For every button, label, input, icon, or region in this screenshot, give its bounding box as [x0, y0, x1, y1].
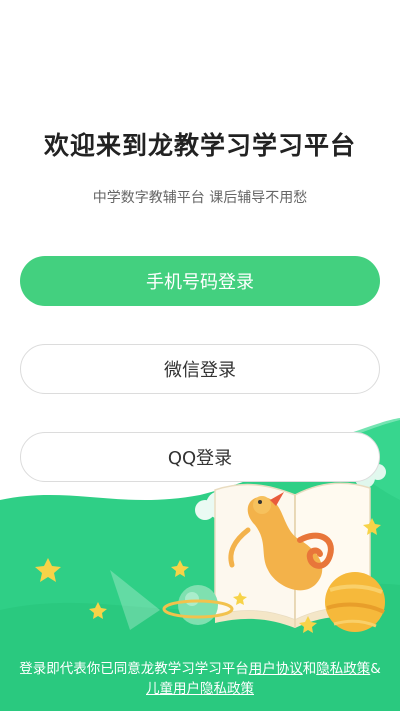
agreement-text: 登录即代表你已同意龙教学习学习平台用户协议和隐私政策&儿童用户隐私政策 — [19, 661, 381, 697]
page-subtitle: 中学数字教辅平台 课后辅导不用愁 — [92, 190, 308, 206]
user-agreement-link[interactable]: 用户协议 — [249, 661, 303, 677]
login-page: 欢迎来到龙教学习学习平台 中学数字教辅平台 课后辅导不用愁 手机号码登录 微信登… — [0, 0, 400, 711]
privacy-policy-link[interactable]: 隐私政策 — [316, 661, 370, 677]
child-privacy-policy-link[interactable]: 儿童用户隐私政策 — [146, 681, 254, 697]
page-title: 欢迎来到龙教学习学习平台 — [43, 131, 356, 160]
yellow-planet-icon — [325, 572, 385, 632]
phone-login-button[interactable]: 手机号码登录 — [20, 256, 380, 306]
qq-login-button[interactable]: QQ登录 — [20, 432, 380, 482]
